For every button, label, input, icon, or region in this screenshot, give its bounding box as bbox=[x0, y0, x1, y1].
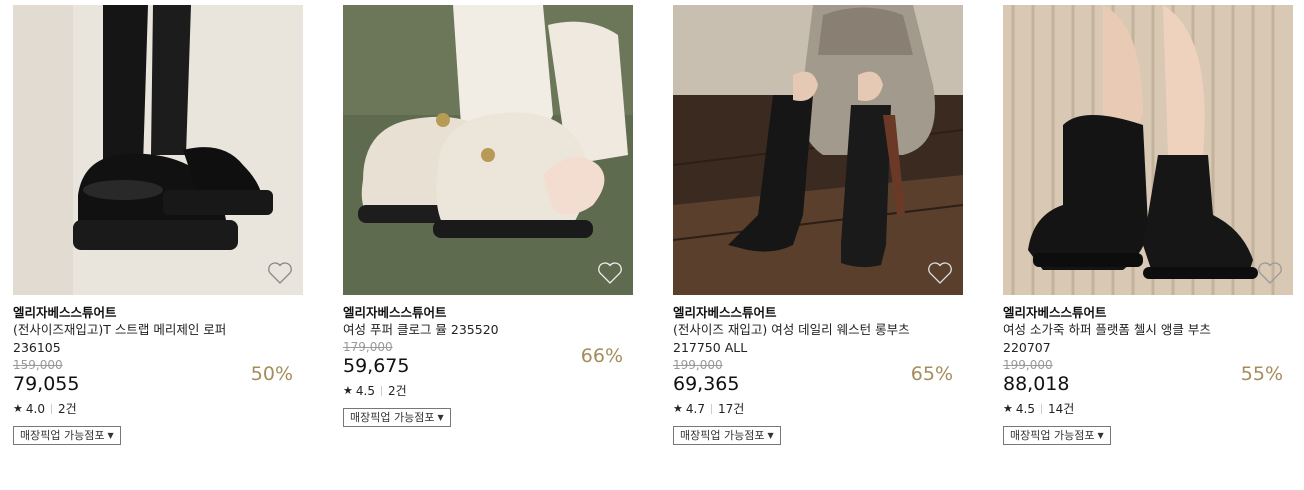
caret-down-icon: ▼ bbox=[107, 431, 114, 440]
product-image[interactable] bbox=[343, 5, 633, 295]
store-pickup-label: 매장픽업 가능점포 bbox=[350, 411, 435, 424]
store-pickup-label: 매장픽업 가능점포 bbox=[1010, 429, 1095, 442]
price-row: 79,055 50% bbox=[13, 363, 303, 396]
product-name[interactable]: 여성 소가죽 하퍼 플랫폼 첼시 앵클 부츠 220707 bbox=[1003, 321, 1243, 358]
sale-price: 69,365 bbox=[673, 373, 740, 395]
discount-rate: 66% bbox=[580, 345, 623, 367]
product-brand[interactable]: 엘리자베스스튜어트 bbox=[1003, 304, 1293, 321]
divider bbox=[380, 386, 382, 396]
heart-icon[interactable] bbox=[597, 261, 623, 285]
rating-value: 4.5 bbox=[355, 384, 375, 398]
caret-down-icon: ▼ bbox=[1097, 431, 1104, 440]
rating: ★ 4.5 2건 bbox=[343, 384, 633, 398]
review-count: 14건 bbox=[1047, 402, 1075, 416]
product-card[interactable]: 엘리자베스스튜어트 여성 소가죽 하퍼 플랫폼 첼시 앵클 부츠 220707 … bbox=[1003, 5, 1293, 445]
sale-price: 79,055 bbox=[13, 373, 80, 395]
store-pickup-label: 매장픽업 가능점포 bbox=[680, 429, 765, 442]
price-row: 59,675 66% bbox=[343, 345, 633, 378]
puffer-clog-photo bbox=[343, 5, 633, 295]
mary-jane-loafer-photo bbox=[13, 5, 303, 295]
divider bbox=[710, 404, 712, 414]
store-pickup-dropdown[interactable]: 매장픽업 가능점포 ▼ bbox=[13, 426, 121, 445]
star-icon: ★ bbox=[673, 402, 683, 415]
store-pickup-label: 매장픽업 가능점포 bbox=[20, 429, 105, 442]
sale-price: 88,018 bbox=[1003, 373, 1070, 395]
star-icon: ★ bbox=[13, 402, 23, 415]
heart-icon[interactable] bbox=[1257, 261, 1283, 285]
product-name[interactable]: (전사이즈재입고)T 스트랩 메리제인 로퍼 236105 bbox=[13, 321, 253, 358]
product-card[interactable]: 엘리자베스스튜어트 (전사이즈 재입고) 여성 데일리 웨스턴 롱부츠 2177… bbox=[673, 5, 963, 445]
discount-rate: 50% bbox=[250, 363, 293, 385]
sale-price: 59,675 bbox=[343, 355, 410, 377]
store-pickup-dropdown[interactable]: 매장픽업 가능점포 ▼ bbox=[343, 408, 451, 427]
western-long-boots-photo bbox=[673, 5, 963, 295]
price-row: 69,365 65% bbox=[673, 363, 963, 396]
divider bbox=[50, 404, 52, 414]
store-pickup-dropdown[interactable]: 매장픽업 가능점포 ▼ bbox=[1003, 426, 1111, 445]
caret-down-icon: ▼ bbox=[437, 413, 444, 422]
heart-icon[interactable] bbox=[927, 261, 953, 285]
rating: ★ 4.5 14건 bbox=[1003, 402, 1293, 416]
chelsea-ankle-boots-photo bbox=[1003, 5, 1293, 295]
rating: ★ 4.0 2건 bbox=[13, 402, 303, 416]
review-count: 2건 bbox=[387, 384, 407, 398]
rating: ★ 4.7 17건 bbox=[673, 402, 963, 416]
product-card[interactable]: 엘리자베스스튜어트 (전사이즈재입고)T 스트랩 메리제인 로퍼 236105 … bbox=[13, 5, 303, 445]
rating-value: 4.7 bbox=[685, 402, 705, 416]
star-icon: ★ bbox=[343, 384, 353, 397]
product-name[interactable]: (전사이즈 재입고) 여성 데일리 웨스턴 롱부츠 217750 ALL bbox=[673, 321, 913, 358]
review-count: 2건 bbox=[57, 402, 77, 416]
rating-value: 4.0 bbox=[25, 402, 45, 416]
product-brand[interactable]: 엘리자베스스튜어트 bbox=[343, 304, 633, 321]
product-image[interactable] bbox=[673, 5, 963, 295]
product-brand[interactable]: 엘리자베스스튜어트 bbox=[673, 304, 963, 321]
store-pickup-dropdown[interactable]: 매장픽업 가능점포 ▼ bbox=[673, 426, 781, 445]
price-row: 88,018 55% bbox=[1003, 363, 1293, 396]
rating-value: 4.5 bbox=[1015, 402, 1035, 416]
heart-icon[interactable] bbox=[267, 261, 293, 285]
product-image[interactable] bbox=[1003, 5, 1293, 295]
star-icon: ★ bbox=[1003, 402, 1013, 415]
product-brand[interactable]: 엘리자베스스튜어트 bbox=[13, 304, 303, 321]
product-card[interactable]: 엘리자베스스튜어트 여성 푸퍼 클로그 뮬 235520 179,000 59,… bbox=[343, 5, 633, 427]
discount-rate: 55% bbox=[1240, 363, 1283, 385]
discount-rate: 65% bbox=[910, 363, 953, 385]
divider bbox=[1040, 404, 1042, 414]
product-image[interactable] bbox=[13, 5, 303, 295]
review-count: 17건 bbox=[717, 402, 745, 416]
caret-down-icon: ▼ bbox=[767, 431, 774, 440]
product-name[interactable]: 여성 푸퍼 클로그 뮬 235520 bbox=[343, 321, 583, 340]
